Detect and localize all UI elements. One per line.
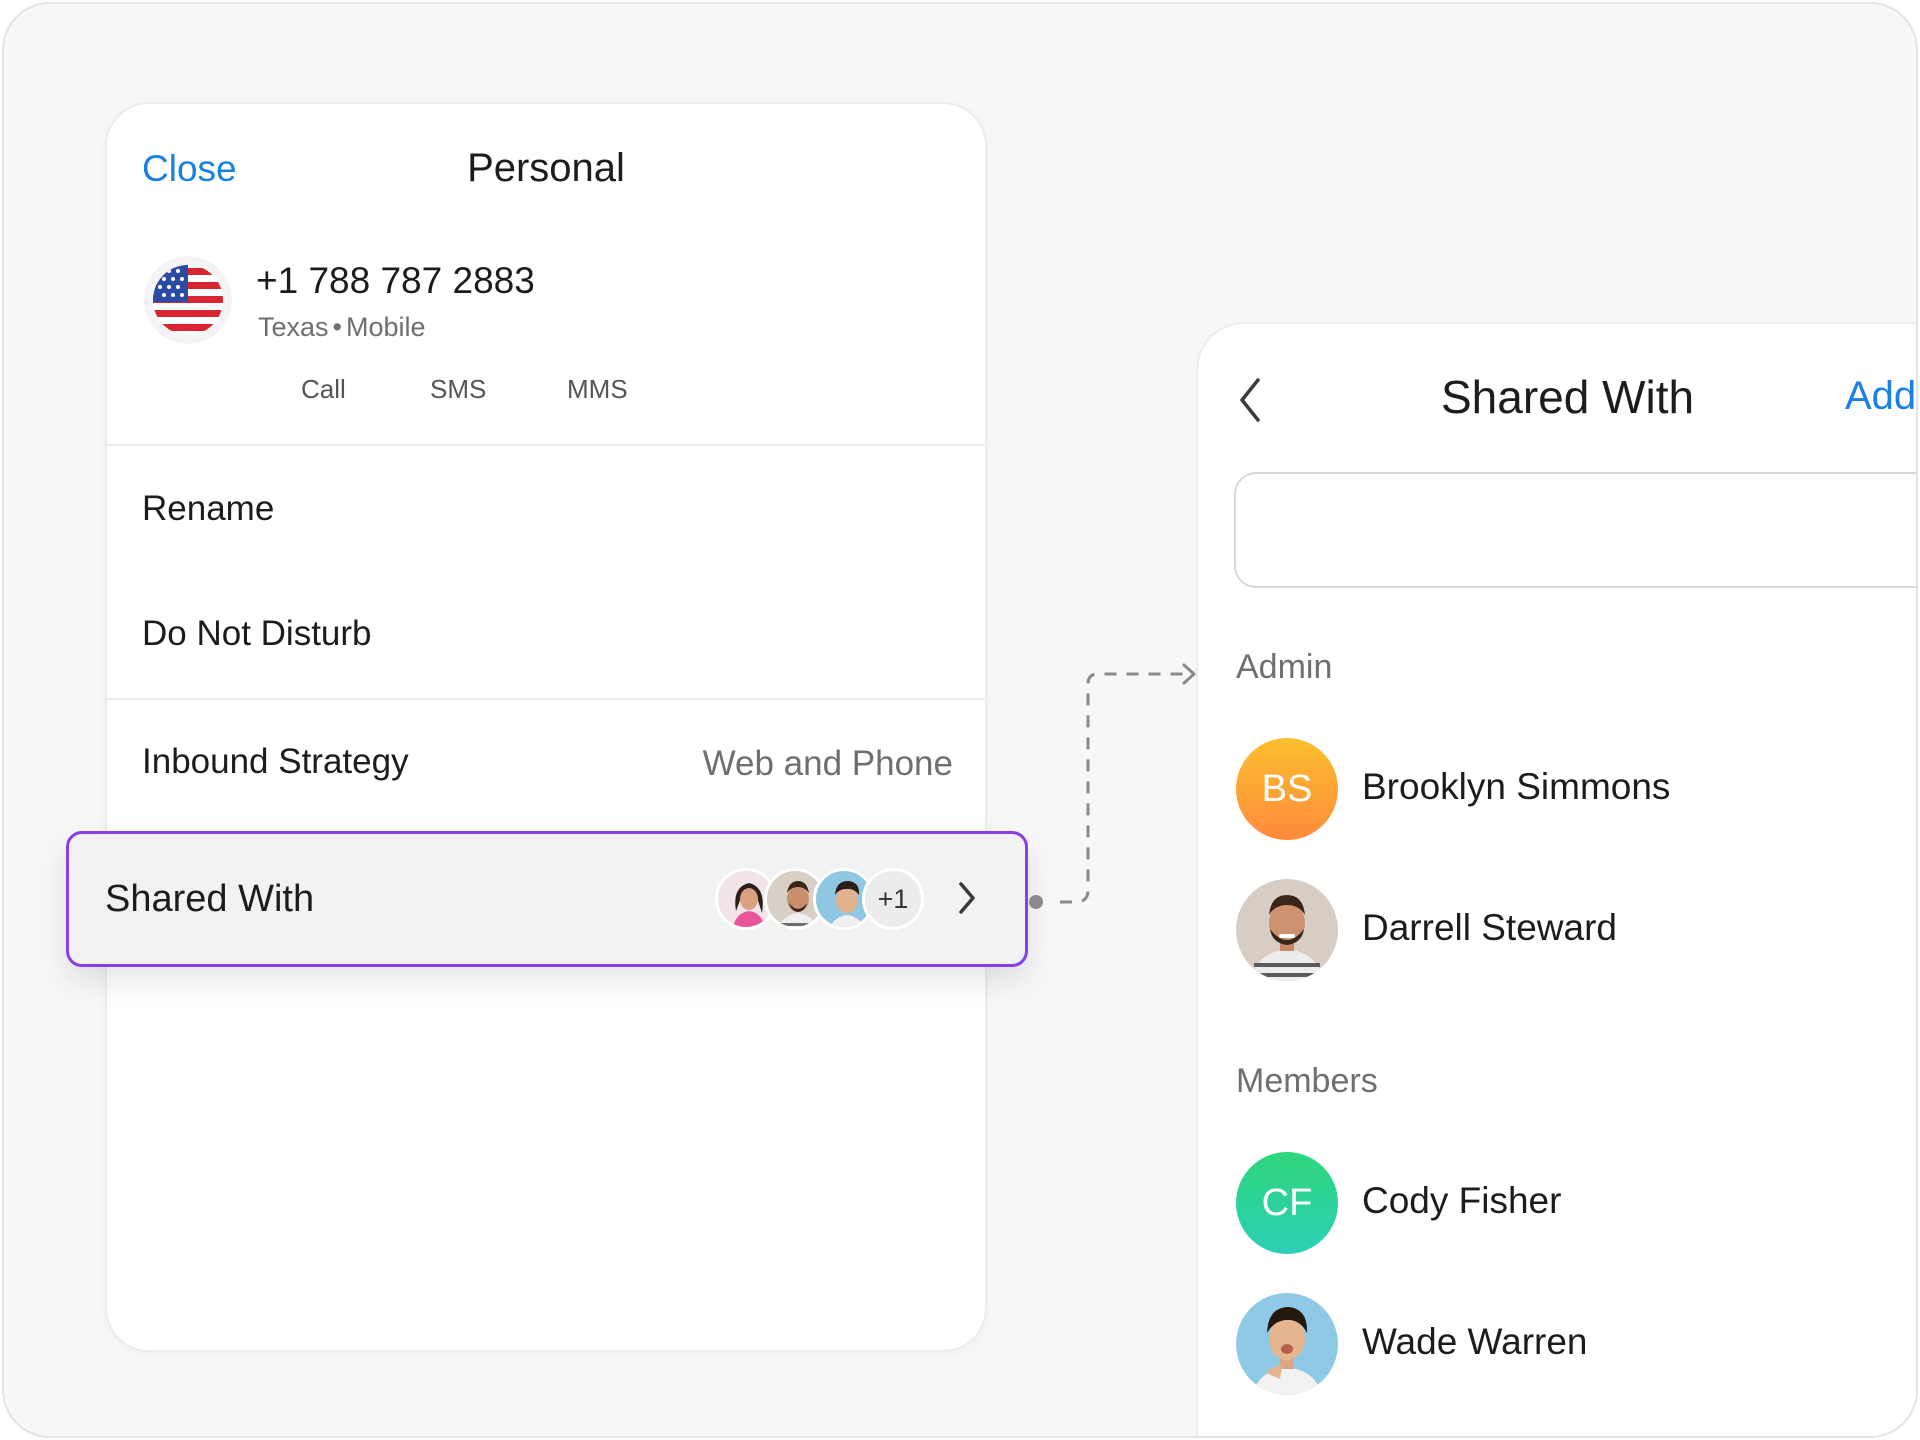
separator-dot: • [332, 312, 342, 342]
sms-action[interactable]: SMS [430, 374, 486, 405]
avatar: CF [1236, 1152, 1338, 1254]
canvas: Close Personal +1 788 787 2883 Texas • M… [2, 2, 1918, 1438]
avatar [1236, 879, 1338, 981]
search-input[interactable] [1234, 472, 1916, 588]
phone-number: +1 788 787 2883 [256, 260, 535, 301]
panel-title: Shared With [1441, 371, 1695, 423]
back-chevron-icon[interactable] [1234, 374, 1264, 426]
rename-row[interactable]: Rename [142, 489, 274, 529]
chevron-right-icon [959, 882, 975, 914]
phone-type: Mobile [346, 312, 426, 342]
member-name: Wade Warren [1362, 1321, 1588, 1362]
card-title: Personal [467, 146, 625, 190]
shared-with-row[interactable]: Shared With +1 [66, 831, 1028, 967]
admin-section-header: Admin [1236, 648, 1333, 686]
do-not-disturb-row[interactable]: Do Not Disturb [142, 614, 372, 654]
mms-action[interactable]: MMS [567, 374, 628, 405]
list-item[interactable]: BS Brooklyn Simmons [1236, 738, 1916, 840]
number-details-card: Close Personal +1 788 787 2883 Texas • M… [105, 102, 987, 1352]
avatar [1236, 1293, 1338, 1395]
members-section-header: Members [1236, 1062, 1378, 1100]
list-item[interactable]: Darrell Steward [1236, 879, 1916, 981]
connector-line [1029, 663, 1196, 909]
more-count-badge: +1 [862, 868, 924, 930]
us-flag-icon [144, 256, 232, 344]
inbound-strategy-value: Web and Phone [702, 744, 953, 783]
member-name: Brooklyn Simmons [1362, 766, 1671, 807]
add-button[interactable]: Add [1845, 374, 1916, 419]
phone-region: Texas [258, 312, 329, 342]
member-name: Cody Fisher [1362, 1180, 1562, 1221]
shared-with-label: Shared With [105, 878, 315, 920]
phone-meta: Texas • Mobile [258, 312, 426, 343]
divider [107, 444, 985, 446]
call-action[interactable]: Call [301, 374, 346, 405]
divider [107, 698, 985, 700]
avatar: BS [1236, 738, 1338, 840]
list-item[interactable]: Wade Warren [1236, 1293, 1916, 1395]
inbound-strategy-label[interactable]: Inbound Strategy [142, 742, 409, 782]
shared-with-panel: Shared With Add Admin BS Brooklyn Simmon… [1196, 322, 1916, 1436]
list-item[interactable]: CF Cody Fisher [1236, 1152, 1916, 1254]
member-name: Darrell Steward [1362, 907, 1617, 948]
